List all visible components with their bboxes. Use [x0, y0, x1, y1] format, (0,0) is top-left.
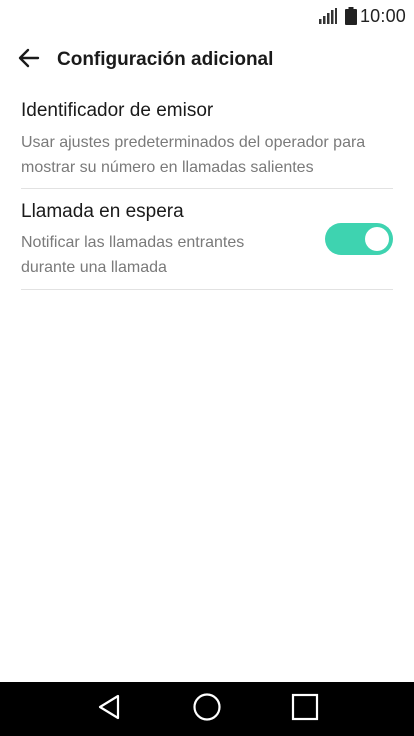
- setting-caller-id[interactable]: Identificador de emisor Usar ajustes pre…: [21, 92, 393, 189]
- app-bar: Configuración adicional: [0, 36, 414, 84]
- status-time: 10:00: [359, 5, 406, 26]
- page-title: Configuración adicional: [57, 49, 274, 70]
- toggle-thumb: [365, 227, 389, 251]
- back-button[interactable]: [15, 46, 43, 74]
- recents-square-icon: [291, 693, 319, 726]
- call-waiting-toggle[interactable]: [325, 223, 393, 255]
- setting-summary: Notificar las llamadas entrantes durante…: [21, 234, 245, 276]
- nav-back-button[interactable]: [89, 689, 129, 729]
- signal-icon: [318, 8, 337, 24]
- battery-icon: [344, 7, 357, 25]
- setting-call-waiting[interactable]: Llamada en espera Notificar las llamadas…: [21, 189, 393, 290]
- back-triangle-icon: [95, 693, 123, 726]
- status-bar: 10:00: [0, 0, 414, 32]
- setting-summary: Usar ajustes predeterminados del operado…: [21, 134, 366, 176]
- nav-recents-button[interactable]: [285, 689, 325, 729]
- arrow-left-icon: [17, 46, 41, 75]
- setting-title: Llamada en espera: [21, 201, 184, 222]
- navigation-bar: [0, 682, 414, 736]
- settings-list: Identificador de emisor Usar ajustes pre…: [21, 92, 393, 290]
- home-circle-icon: [192, 692, 222, 727]
- nav-home-button[interactable]: [187, 689, 227, 729]
- screen: 10:00 Configuración adicional Identifica…: [0, 0, 414, 736]
- setting-title: Identificador de emisor: [21, 100, 214, 121]
